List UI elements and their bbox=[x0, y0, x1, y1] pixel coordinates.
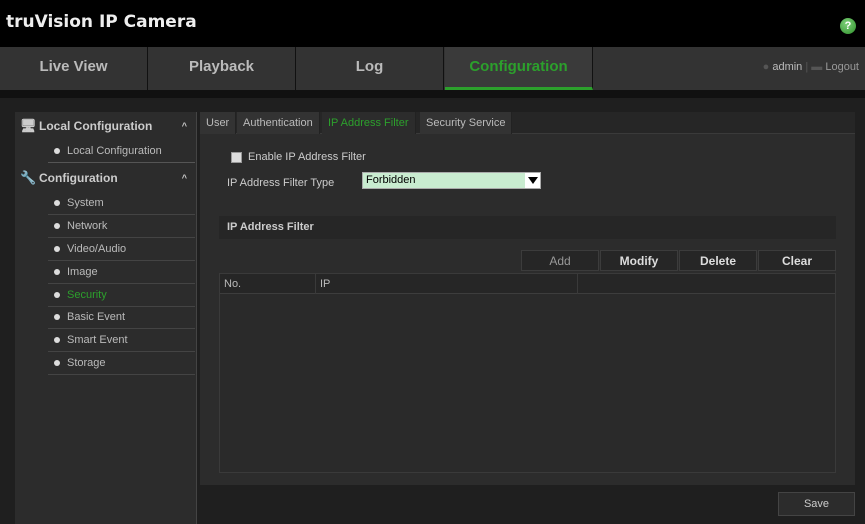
wrench-icon: 🔧 bbox=[20, 170, 37, 185]
clear-button[interactable]: Clear bbox=[758, 250, 836, 271]
ip-filter-table: No. IP bbox=[219, 273, 836, 473]
sidebar-item-storage[interactable]: Storage bbox=[48, 352, 195, 375]
main-nav: Live View Playback Log Configuration ● a… bbox=[0, 47, 865, 90]
tab-user[interactable]: User bbox=[200, 112, 237, 134]
add-button[interactable]: Add bbox=[521, 250, 599, 271]
help-icon[interactable]: ? bbox=[840, 18, 856, 34]
filter-type-select[interactable]: Forbidden bbox=[362, 172, 541, 189]
group-label: Configuration bbox=[39, 171, 118, 185]
tab-ip-address-filter[interactable]: IP Address Filter bbox=[322, 112, 416, 134]
user-area: ● admin | ▬ Logout bbox=[763, 47, 859, 90]
sidebar-item-network[interactable]: Network bbox=[48, 215, 195, 238]
monitor-gear-icon: 🖥 bbox=[20, 118, 37, 133]
tab-live-view[interactable]: Live View bbox=[0, 47, 148, 90]
section-title: IP Address Filter bbox=[219, 216, 836, 239]
tab-log[interactable]: Log bbox=[296, 47, 444, 90]
tab-playback[interactable]: Playback bbox=[148, 47, 296, 90]
sidebar-item-security[interactable]: Security bbox=[48, 284, 195, 307]
sidebar-item-image[interactable]: Image bbox=[48, 261, 195, 284]
filter-type-value: Forbidden bbox=[363, 173, 525, 188]
top-bar: truVision IP Camera ? bbox=[0, 0, 865, 47]
tab-configuration[interactable]: Configuration bbox=[445, 47, 593, 90]
sidebar-item-smart-event[interactable]: Smart Event bbox=[48, 329, 195, 352]
sidebar-item-system[interactable]: System bbox=[48, 192, 195, 215]
delete-button[interactable]: Delete bbox=[679, 250, 757, 271]
logout-icon: ▬ bbox=[811, 61, 823, 73]
content-panel: User Authentication IP Address Filter Se… bbox=[200, 112, 855, 485]
column-ip: IP bbox=[316, 274, 578, 294]
sidebar: 🖥 Local Configuration ^ Local Configurat… bbox=[15, 112, 197, 524]
logo: truVision IP Camera bbox=[6, 12, 197, 32]
filter-type-label: IP Address Filter Type bbox=[227, 177, 335, 189]
column-extra bbox=[578, 274, 835, 294]
tab-authentication[interactable]: Authentication bbox=[237, 112, 320, 134]
dropdown-arrow-icon[interactable] bbox=[528, 177, 538, 184]
save-button[interactable]: Save bbox=[778, 492, 855, 516]
sidebar-group-local-configuration[interactable]: 🖥 Local Configuration ^ bbox=[15, 113, 197, 139]
sub-tab-bar: User Authentication IP Address Filter Se… bbox=[200, 112, 855, 134]
table-header: No. IP bbox=[220, 274, 835, 294]
sidebar-group-configuration[interactable]: 🔧 Configuration ^ bbox=[15, 165, 197, 191]
enable-filter-row: Enable IP Address Filter bbox=[231, 151, 366, 163]
user-icon: ● bbox=[762, 61, 770, 73]
username: admin bbox=[772, 61, 803, 73]
group-label: Local Configuration bbox=[39, 119, 153, 133]
separator bbox=[0, 90, 865, 98]
chevron-up-icon[interactable]: ^ bbox=[182, 165, 187, 191]
enable-label: Enable IP Address Filter bbox=[248, 151, 366, 163]
sidebar-item-video-audio[interactable]: Video/Audio bbox=[48, 238, 195, 261]
column-no: No. bbox=[220, 274, 316, 294]
sidebar-item-basic-event[interactable]: Basic Event bbox=[48, 306, 195, 329]
logout-link[interactable]: Logout bbox=[825, 61, 859, 73]
tab-security-service[interactable]: Security Service bbox=[420, 112, 513, 134]
sidebar-item-local-configuration[interactable]: Local Configuration bbox=[48, 140, 195, 163]
enable-ip-filter-checkbox[interactable] bbox=[231, 151, 242, 163]
modify-button[interactable]: Modify bbox=[600, 250, 678, 271]
chevron-up-icon[interactable]: ^ bbox=[182, 113, 187, 139]
